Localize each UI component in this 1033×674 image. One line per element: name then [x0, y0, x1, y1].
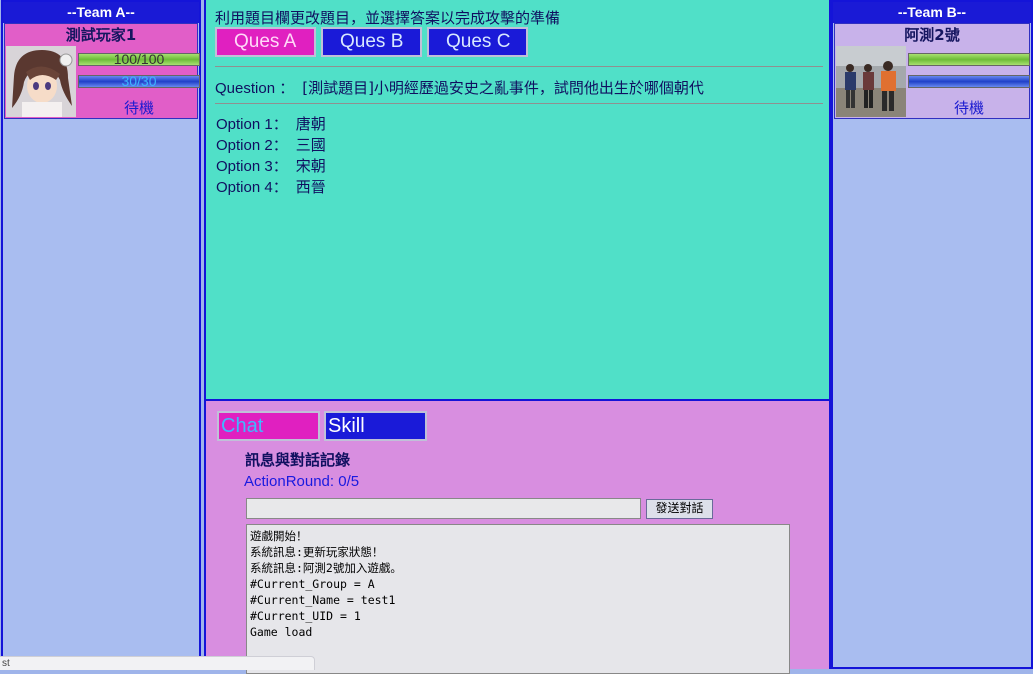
tab-ques-b[interactable]: Ques B	[321, 27, 422, 57]
chat-panel: Chat Skill 訊息與對話記錄 ActionRound: 0/5 發送對話…	[204, 401, 831, 674]
log-line: 系統訊息:阿測2號加入遊戲。	[250, 561, 402, 575]
photo-avatar-icon	[836, 46, 906, 117]
option-label: Option 2：	[216, 137, 288, 154]
team-a-panel: --Team A-- 測試玩家1 100/100 30/30 待機	[1, 0, 201, 669]
option-text: 宋朝	[295, 157, 326, 175]
log-line: Game load	[250, 625, 313, 639]
player-card-team-a[interactable]: 測試玩家1 100/100 30/30 待機	[4, 23, 200, 119]
log-line: #Current_UID = 1	[250, 609, 361, 623]
option-1[interactable]: Option 1： 唐朝	[216, 114, 326, 135]
question-instruction: 利用題目欄更改題目，並選擇答案以完成攻擊的準備	[215, 9, 561, 27]
option-label: Option 3：	[216, 158, 288, 175]
option-text: 唐朝	[295, 115, 326, 133]
log-line: 系統訊息:更新玩家狀態！	[250, 545, 384, 559]
option-2[interactable]: Option 2： 三國	[216, 135, 326, 156]
tab-skill[interactable]: Skill	[324, 411, 427, 441]
send-message-button[interactable]: 發送對話	[646, 499, 713, 519]
tab-chat[interactable]: Chat	[217, 411, 320, 441]
options-list: Option 1： 唐朝 Option 2： 三國 Option 3： 宋朝 Opti…	[216, 114, 326, 198]
hp-bar-fill	[909, 54, 1029, 65]
action-round: ActionRound: 0/5	[244, 473, 360, 490]
log-title: 訊息與對話記錄	[245, 451, 351, 469]
player-name: 阿測2號	[904, 26, 960, 44]
player-avatar	[6, 46, 76, 117]
log-line: #Current_Group = A	[250, 577, 375, 591]
player-name: 測試玩家1	[65, 26, 137, 44]
question-panel: 利用題目欄更改題目，並選擇答案以完成攻擊的準備 Ques A Ques B Qu…	[204, 0, 831, 401]
anime-avatar-icon	[6, 46, 76, 117]
question-text: [測試題目]小明經歷過安史之亂事件，試問他出生於哪個朝代	[302, 79, 704, 97]
browser-status-tooltip: st	[0, 656, 315, 670]
option-label: Option 4：	[216, 179, 288, 196]
player-avatar	[836, 46, 906, 117]
log-line: 遊戲開始！	[250, 529, 308, 543]
option-3[interactable]: Option 3： 宋朝	[216, 156, 326, 177]
tab-ques-c[interactable]: Ques C	[427, 27, 528, 57]
option-4[interactable]: Option 4： 西晉	[216, 177, 326, 198]
log-line: #Current_Name = test1	[250, 593, 396, 607]
hp-bar	[908, 53, 1030, 66]
team-b-title: --Team B--	[833, 2, 1031, 23]
mp-bar: 30/30	[78, 73, 200, 89]
mp-bar-fill	[909, 76, 1029, 87]
option-text: 西晉	[295, 178, 326, 196]
mp-bar	[908, 75, 1030, 88]
player-status: 待機	[953, 99, 984, 117]
divider	[215, 66, 823, 67]
question-label: Question ：	[215, 80, 295, 97]
message-log[interactable]: 遊戲開始！ 系統訊息:更新玩家狀態！ 系統訊息:阿測2號加入遊戲。 #Current_…	[246, 524, 790, 674]
team-a-title: --Team A--	[3, 2, 199, 23]
divider	[215, 103, 823, 104]
hp-bar: 100/100	[78, 51, 200, 67]
option-label: Option 1：	[216, 116, 288, 133]
chat-input[interactable]	[246, 498, 641, 519]
player-card-team-b[interactable]: 阿測2號 待機	[834, 23, 1030, 119]
mp-text: 30/30	[121, 73, 157, 89]
question-line: Question ： [測試題目]小明經歷過安史之亂事件，試問他出生於哪個朝代	[215, 77, 704, 98]
tab-ques-a[interactable]: Ques A	[215, 27, 316, 57]
player-status: 待機	[123, 99, 154, 117]
option-text: 三國	[295, 136, 326, 154]
team-b-panel: --Team B-- 阿測2號 待機	[831, 0, 1033, 669]
hp-text: 100/100	[113, 51, 165, 67]
